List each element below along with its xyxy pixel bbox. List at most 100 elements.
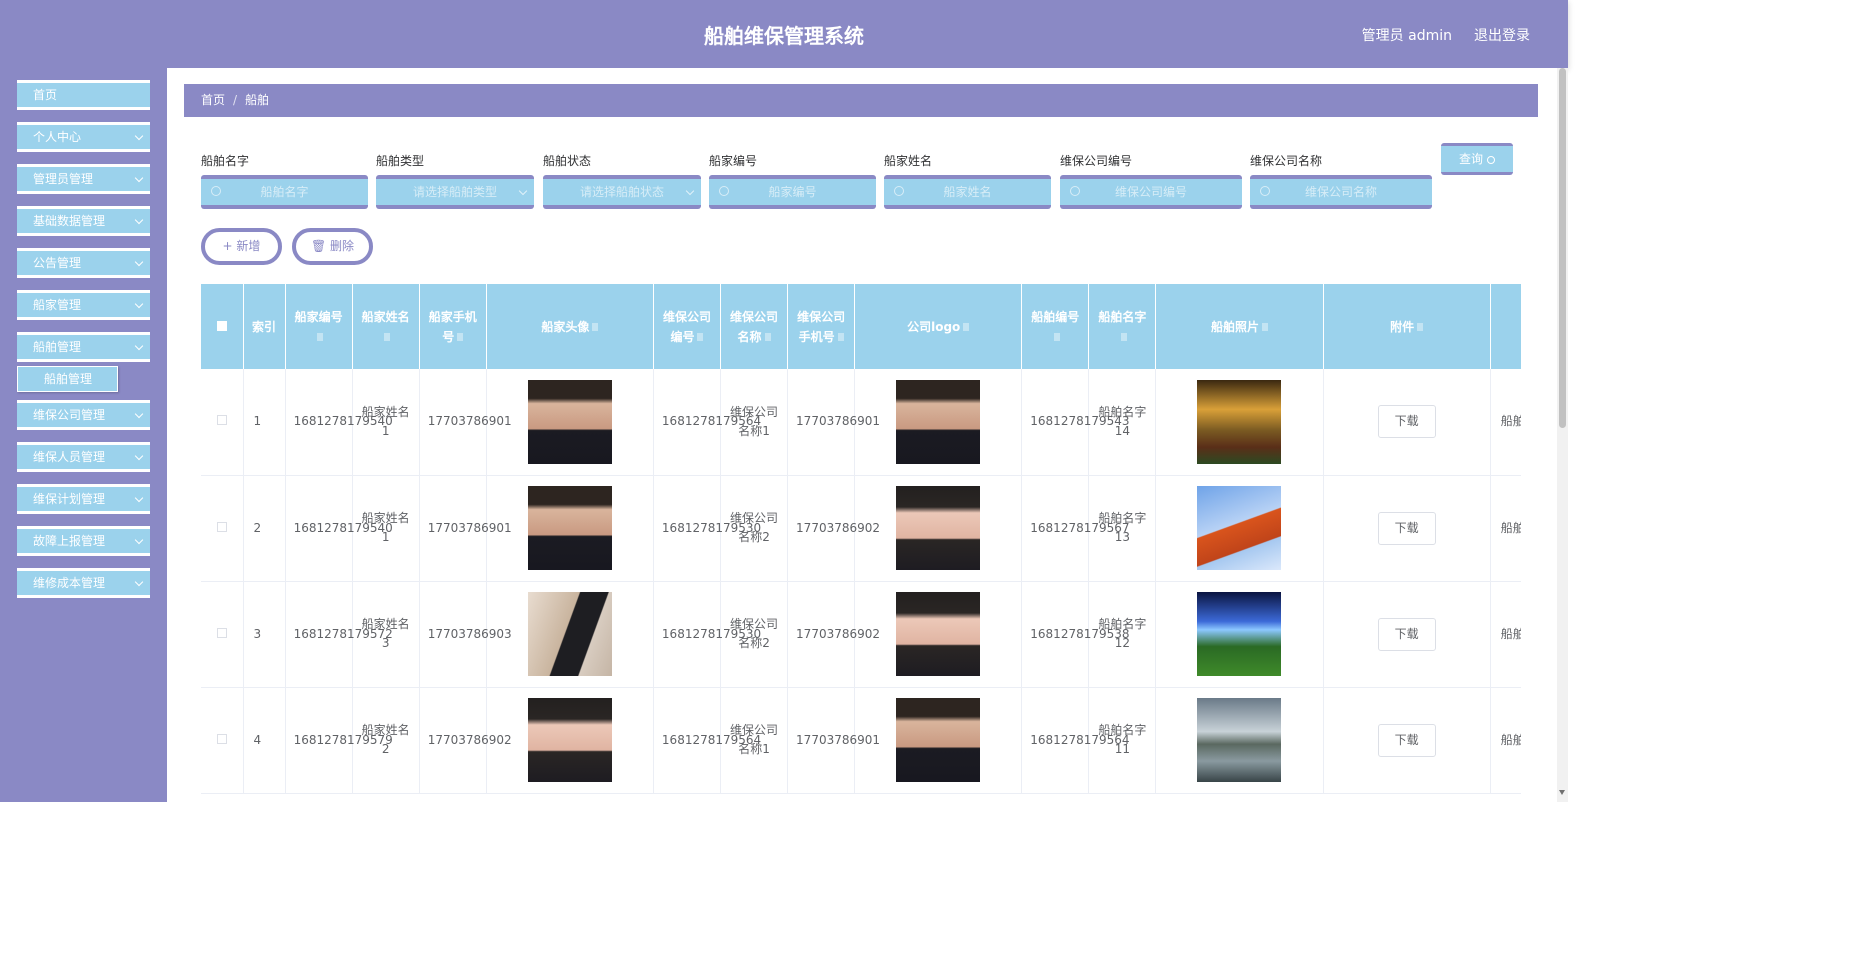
chevron-down-icon [134, 535, 144, 545]
sidebar-item-label: 维保公司管理 [33, 408, 106, 422]
header-owner-no[interactable]: 船家编号 [285, 284, 353, 369]
sort-icon[interactable] [764, 333, 771, 341]
delete-button[interactable]: 🗑 删除 [292, 228, 373, 265]
company-logo-image[interactable] [896, 592, 981, 676]
sidebar-item-ship[interactable]: 船舶管理 [17, 332, 150, 362]
sidebar-item-fault[interactable]: 故障上报管理 [17, 526, 150, 556]
company-name-input[interactable] [1250, 179, 1432, 205]
company-logo-image[interactable] [896, 486, 981, 570]
row-checkbox-cell[interactable] [201, 581, 244, 688]
add-button-label: 新增 [236, 239, 261, 253]
sidebar-item-cost[interactable]: 维修成本管理 [17, 568, 150, 598]
sort-icon[interactable] [384, 333, 391, 341]
sidebar-item-plan[interactable]: 维保计划管理 [17, 484, 150, 514]
sidebar-item-owner[interactable]: 船家管理 [17, 290, 150, 320]
header-company-phone[interactable]: 维保公司手机号 [787, 284, 856, 369]
sort-icon[interactable] [592, 323, 599, 331]
header-ship-extra[interactable]: 船舶 [1490, 284, 1521, 369]
sidebar-item-company[interactable]: 维保公司管理 [17, 400, 150, 430]
download-button[interactable]: 下载 [1377, 723, 1436, 757]
add-button[interactable]: + 新增 [201, 228, 282, 265]
row-checkbox-cell[interactable] [201, 369, 244, 476]
vertical-scrollbar[interactable] [1557, 68, 1568, 802]
ship-photo-image[interactable] [1197, 698, 1282, 782]
sort-icon[interactable] [837, 333, 844, 341]
sidebar-item-basic-data[interactable]: 基础数据管理 [17, 206, 150, 236]
ship-photo-image[interactable] [1197, 379, 1282, 464]
cell-ship-no: 1681278179538 [1021, 581, 1130, 688]
owner-avatar-image[interactable] [527, 486, 612, 570]
header-company-name[interactable]: 维保公司名称 [720, 284, 789, 369]
query-button[interactable]: 查询 [1441, 143, 1513, 175]
ship-photo-image[interactable] [1197, 592, 1282, 676]
download-button[interactable]: 下载 [1377, 405, 1436, 439]
sort-icon[interactable] [1053, 333, 1060, 341]
select-all-checkbox[interactable] [216, 320, 227, 331]
sort-icon[interactable] [963, 323, 970, 331]
owner-no-input[interactable] [709, 179, 876, 205]
owner-avatar-image[interactable] [527, 592, 612, 676]
search-icon [894, 186, 904, 196]
table-row: 4 1681278179579 船家姓名2 17703786902 168127… [201, 687, 1521, 794]
row-checkbox-cell[interactable] [201, 687, 244, 794]
sort-icon[interactable] [1262, 323, 1268, 331]
owner-name-input[interactable] [884, 179, 1051, 205]
header-owner-phone[interactable]: 船家手机号 [419, 284, 487, 369]
sort-icon[interactable] [1417, 323, 1424, 331]
sort-icon[interactable] [317, 333, 324, 341]
sidebar-item-profile[interactable]: 个人中心 [17, 122, 150, 152]
row-checkbox-cell[interactable] [201, 475, 244, 582]
table-row: 1 1681278179540 船家姓名1 17703786901 168127… [201, 369, 1521, 476]
user-label: 管理员 admin [1361, 28, 1452, 44]
sidebar-item-notice[interactable]: 公告管理 [17, 248, 150, 278]
download-button[interactable]: 下载 [1377, 617, 1436, 651]
header-owner-name[interactable]: 船家姓名 [352, 284, 420, 369]
company-logo-image[interactable] [896, 379, 981, 464]
ship-type-select[interactable] [376, 179, 534, 205]
sidebar-item-label: 公告管理 [33, 256, 82, 270]
search-icon [211, 186, 221, 196]
cell-company-no: 1681278179530 [653, 581, 761, 688]
header-attachment[interactable]: 附件 [1323, 284, 1491, 369]
search-icon [1487, 155, 1495, 164]
chevron-down-icon [134, 299, 144, 309]
header-ship-name[interactable]: 船舶名字 [1088, 284, 1157, 369]
scrollbar-thumb[interactable] [1559, 68, 1566, 428]
row-checkbox[interactable] [216, 733, 227, 744]
row-checkbox[interactable] [216, 521, 227, 532]
sidebar-subitem-ship-management[interactable]: 船舶管理 [17, 366, 118, 392]
company-no-input[interactable] [1060, 179, 1242, 205]
header-ship-photo[interactable]: 船舶照片 [1155, 284, 1324, 369]
cell-ship-photo [1155, 687, 1324, 794]
sort-icon[interactable] [697, 333, 704, 341]
breadcrumb: 首页 / 船舶 [184, 84, 1538, 117]
company-logo-image[interactable] [896, 698, 981, 782]
sidebar-item-label: 基础数据管理 [33, 214, 106, 228]
ship-name-input[interactable] [201, 179, 368, 205]
sidebar-item-admin[interactable]: 管理员管理 [17, 164, 150, 194]
row-checkbox[interactable] [216, 415, 227, 426]
row-checkbox[interactable] [216, 627, 227, 638]
sidebar-item-staff[interactable]: 维保人员管理 [17, 442, 150, 472]
header-ship-no[interactable]: 船舶编号 [1021, 284, 1090, 369]
sort-icon[interactable] [1120, 333, 1127, 341]
sidebar-item-home[interactable]: 首页 [17, 80, 150, 110]
ship-status-select[interactable] [543, 179, 701, 205]
cell-company-no: 1681278179564 [653, 369, 761, 476]
header-owner-avatar[interactable]: 船家头像 [486, 284, 654, 369]
breadcrumb-home[interactable]: 首页 [201, 93, 225, 107]
ship-photo-image[interactable] [1197, 486, 1282, 570]
cell-ship-extra: 船舶 [1490, 369, 1521, 476]
cell-ship-extra: 船舶 [1490, 475, 1521, 582]
sort-icon[interactable] [457, 333, 464, 341]
scroll-down-arrow-icon[interactable] [1559, 790, 1565, 795]
header-company-no[interactable]: 维保公司编号 [653, 284, 721, 369]
owner-avatar-image[interactable] [527, 379, 612, 464]
owner-avatar-image[interactable] [527, 698, 612, 782]
header-company-logo[interactable]: 公司logo [854, 284, 1023, 369]
download-button[interactable]: 下载 [1377, 511, 1436, 545]
select-all-header[interactable] [201, 284, 244, 369]
logout-link[interactable]: 退出登录 [1474, 25, 1530, 45]
cell-company-phone: 17703786902 [787, 581, 880, 688]
cell-owner-phone: 17703786901 [419, 369, 512, 476]
